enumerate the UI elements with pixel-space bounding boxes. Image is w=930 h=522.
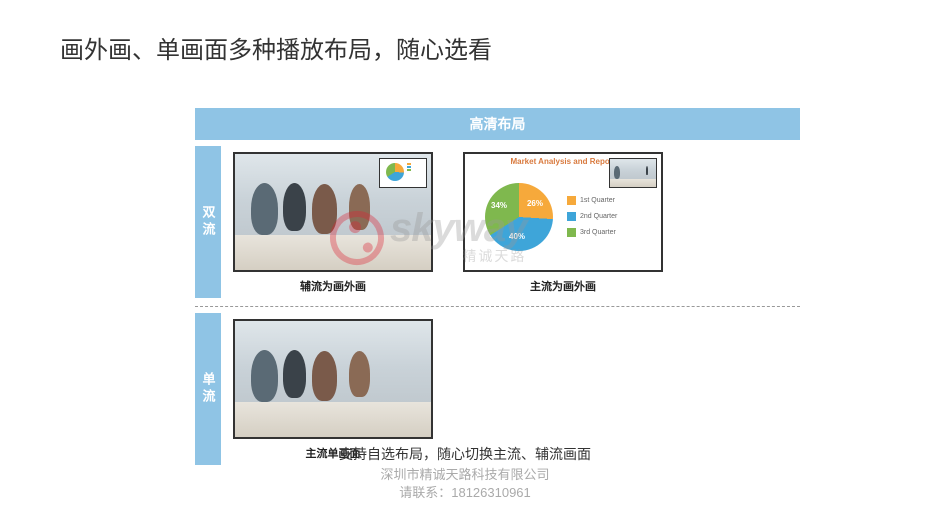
pie-label-2: 40% <box>509 232 525 241</box>
pip-meeting <box>609 158 657 188</box>
screen-main-pip: Market Analysis and Report 26% 40% 34% 1 <box>463 152 663 272</box>
contact-company: 深圳市精诚天路科技有限公司 <box>0 466 930 484</box>
caption-dual-right: 主流为画外画 <box>530 278 596 294</box>
pie-label-1: 26% <box>527 199 543 208</box>
legend-text-2: 2nd Quarter <box>580 213 617 220</box>
contact-info: 深圳市精诚天路科技有限公司 请联系：18126310961 <box>0 466 930 502</box>
layout-grid: 高清布局 双流 辅流为画外画 <box>195 108 800 465</box>
legend-item-3: 3rd Quarter <box>567 228 617 237</box>
caption-dual-left: 辅流为画外画 <box>300 278 366 294</box>
chart-legend: 1st Quarter 2nd Quarter 3rd Quarter <box>567 196 617 237</box>
screen-aux-pip <box>233 152 433 272</box>
cell-dual-left: 辅流为画外画 <box>233 152 433 294</box>
cell-single-left: 主流单画面 <box>233 319 433 461</box>
legend-item-2: 2nd Quarter <box>567 212 617 221</box>
mini-pie-icon <box>386 163 404 181</box>
row-single: 单流 主流单画面 <box>195 313 800 465</box>
footnote: 支持自选布局，随心切换主流、辅流画面 <box>0 444 930 464</box>
screen-single <box>233 319 433 439</box>
legend-swatch-3 <box>567 228 576 237</box>
divider <box>195 306 800 307</box>
meeting-image-single <box>235 321 431 437</box>
pip-chart <box>379 158 427 188</box>
row-single-label: 单流 <box>195 313 221 465</box>
legend-text-3: 3rd Quarter <box>580 229 616 236</box>
layout-header: 高清布局 <box>195 108 800 140</box>
legend-swatch-1 <box>567 196 576 205</box>
contact-phone: 请联系：18126310961 <box>0 484 930 502</box>
page-title: 画外画、单画面多种播放布局，随心选看 <box>60 30 492 65</box>
row-dual-label: 双流 <box>195 146 221 298</box>
legend-swatch-2 <box>567 212 576 221</box>
legend-text-1: 1st Quarter <box>580 197 615 204</box>
mini-meeting-image <box>610 159 656 187</box>
legend-item-1: 1st Quarter <box>567 196 617 205</box>
pie-label-3: 34% <box>491 201 507 210</box>
pie-chart: 26% 40% 34% <box>485 183 553 251</box>
row-dual: 双流 辅流为画外画 <box>195 146 800 298</box>
cell-dual-right: Market Analysis and Report 26% 40% 34% 1 <box>463 152 663 294</box>
